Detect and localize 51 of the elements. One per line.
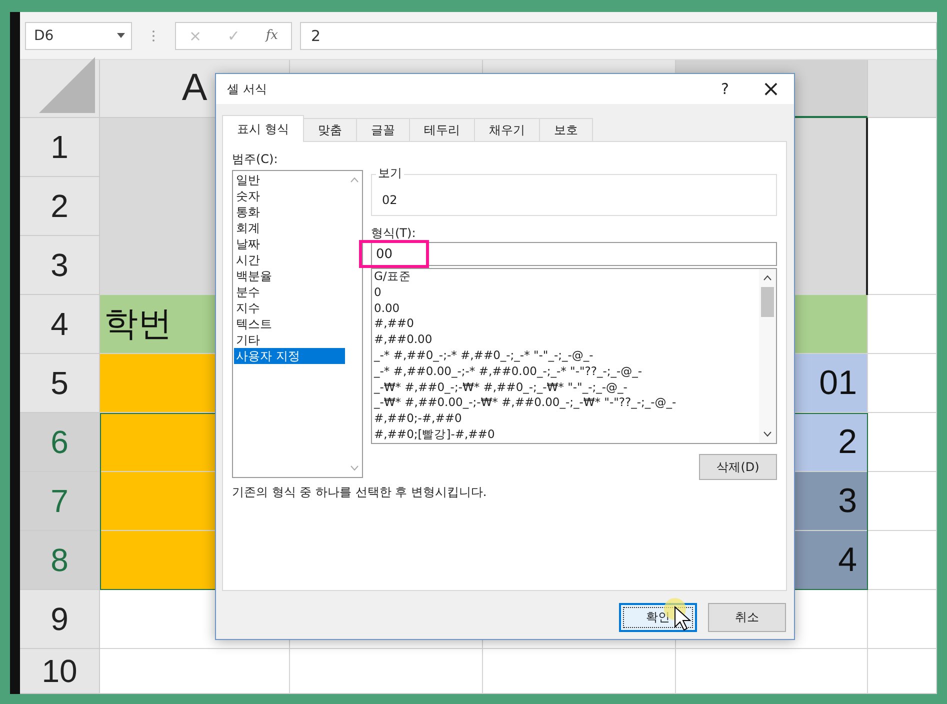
insert-function-button[interactable]: fx [266, 28, 278, 43]
grip-icon [152, 30, 155, 42]
category-item[interactable]: 시간 [234, 252, 345, 268]
format-input[interactable]: 00 [371, 242, 777, 266]
scroll-thumb[interactable] [761, 287, 774, 317]
row-header[interactable]: 8 [20, 531, 100, 590]
name-box[interactable]: D6 [25, 22, 132, 50]
category-item[interactable]: 회계 [234, 220, 345, 236]
row-header[interactable]: 2 [20, 177, 100, 236]
category-item[interactable]: 통화 [234, 204, 345, 220]
cancel-button[interactable]: 취소 [708, 603, 786, 632]
row-header[interactable]: 9 [20, 590, 100, 649]
triangle-icon [39, 57, 95, 113]
close-button[interactable]: × [748, 74, 794, 104]
category-item[interactable]: 백분율 [234, 268, 345, 284]
category-item[interactable]: 숫자 [234, 188, 345, 204]
scrollbar[interactable] [759, 269, 776, 443]
dropdown-icon[interactable] [117, 33, 125, 38]
scroll-up-icon[interactable] [763, 275, 772, 281]
delete-button[interactable]: 삭제(D) [699, 454, 777, 480]
category-item[interactable]: 사용자 지정 [234, 348, 345, 364]
dialog-title: 셀 서식 [227, 80, 268, 98]
format-item[interactable]: 0.00 [374, 300, 759, 316]
annotation-box [359, 240, 429, 268]
sample-label: 보기 [376, 165, 404, 182]
format-item[interactable]: #,##0.00 [374, 332, 759, 348]
empty-cell [868, 649, 937, 694]
category-item[interactable]: 일반 [234, 172, 345, 188]
row-header[interactable]: 5 [20, 354, 100, 413]
row-header[interactable]: 6 [20, 413, 100, 472]
format-label: 형식(T): [371, 225, 417, 242]
description-text: 기존의 형식 중 하나를 선택한 후 변형시킵니다. [232, 484, 488, 501]
category-label: 범주(C): [232, 151, 279, 168]
empty-cell [868, 590, 937, 649]
format-item[interactable]: #,##0 [374, 316, 759, 332]
formula-field[interactable]: 2 [300, 22, 937, 50]
format-item[interactable]: 0 [374, 284, 759, 301]
row-header[interactable]: 4 [20, 295, 100, 354]
row-header[interactable]: 10 [20, 649, 100, 694]
select-all-corner[interactable] [20, 60, 100, 118]
help-button[interactable]: ? [702, 74, 748, 104]
tab[interactable]: 표시 형식 [222, 115, 304, 142]
scroll-down-icon[interactable] [763, 431, 772, 437]
column-header[interactable] [868, 60, 937, 118]
row-header[interactable]: 3 [20, 236, 100, 295]
category-item[interactable]: 날짜 [234, 236, 345, 252]
row-header[interactable]: 1 [20, 118, 100, 177]
format-item[interactable]: G/표준 [374, 269, 759, 285]
sample-value: 02 [382, 193, 398, 207]
tab[interactable]: 보호 [538, 118, 593, 141]
row-header[interactable]: 7 [20, 472, 100, 531]
